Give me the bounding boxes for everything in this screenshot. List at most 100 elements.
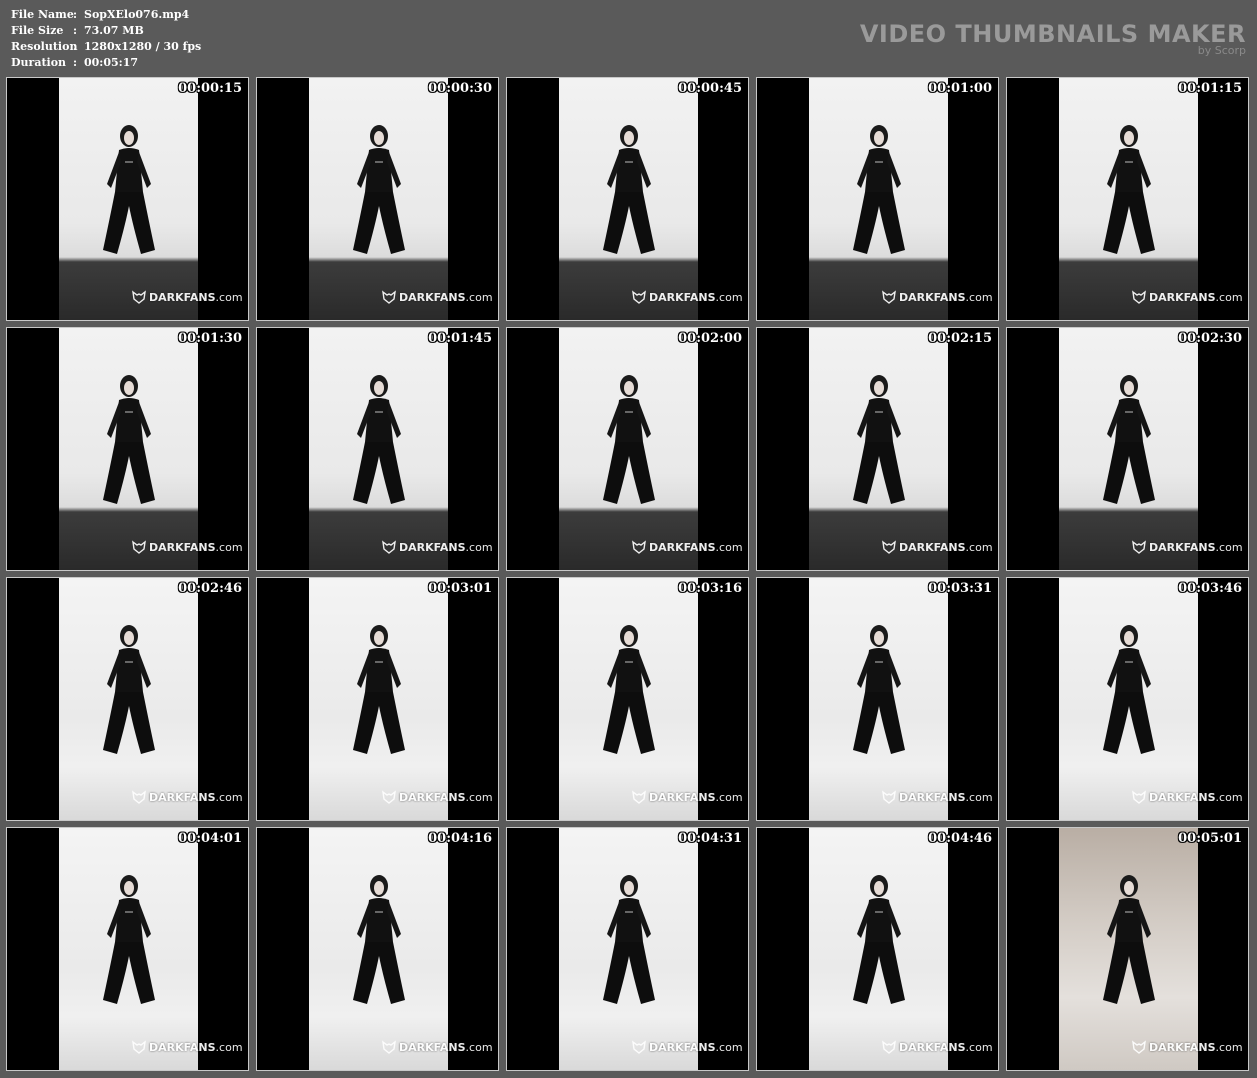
watermark-suffix: .com [715, 540, 743, 554]
duration-label: Duration [11, 56, 67, 69]
video-thumbnail[interactable]: 00:00:30 DARKFANS .com [256, 77, 499, 321]
thumbnail-timestamp: 00:01:30 [178, 331, 242, 346]
mask-logo-icon [382, 290, 396, 304]
frame-subject [1099, 872, 1159, 1022]
video-thumbnail[interactable]: 00:03:31 DARKFANS .com [756, 577, 999, 821]
video-frame [1059, 578, 1198, 820]
watermark: DARKFANS .com [1132, 290, 1243, 304]
file-name-row: File Name : SopXElo076.mp4 [11, 7, 201, 23]
watermark-brand: DARKFANS [649, 790, 716, 804]
thumbnail-timestamp: 00:00:30 [428, 81, 492, 96]
watermark-brand: DARKFANS [149, 790, 216, 804]
watermark-suffix: .com [465, 290, 493, 304]
watermark-suffix: .com [1215, 1040, 1243, 1054]
watermark-brand: DARKFANS [1149, 790, 1216, 804]
resolution-label: Resolution [11, 40, 78, 53]
video-frame [809, 578, 948, 820]
frame-subject [349, 372, 409, 522]
video-thumbnail[interactable]: 00:01:30 DARKFANS .com [6, 327, 249, 571]
thumbnail-timestamp: 00:02:00 [678, 331, 742, 346]
video-thumbnail[interactable]: 00:04:01 DARKFANS .com [6, 827, 249, 1071]
frame-subject [349, 872, 409, 1022]
watermark-suffix: .com [215, 290, 243, 304]
mask-logo-icon [132, 1040, 146, 1054]
mask-logo-icon [132, 790, 146, 804]
video-thumbnail[interactable]: 00:03:16 DARKFANS .com [506, 577, 749, 821]
mask-logo-icon [1132, 290, 1146, 304]
watermark: DARKFANS .com [382, 790, 493, 804]
watermark: DARKFANS .com [382, 540, 493, 554]
watermark-suffix: .com [715, 1040, 743, 1054]
watermark-brand: DARKFANS [899, 290, 966, 304]
frame-subject [599, 372, 659, 522]
video-thumbnail[interactable]: 00:05:01 DARKFANS .com [1006, 827, 1249, 1071]
frame-subject [1099, 622, 1159, 772]
watermark-suffix: .com [965, 290, 993, 304]
video-thumbnail[interactable]: 00:03:01 DARKFANS .com [256, 577, 499, 821]
video-thumbnail[interactable]: 00:04:16 DARKFANS .com [256, 827, 499, 1071]
video-thumbnail[interactable]: 00:01:00 DARKFANS .com [756, 77, 999, 321]
duration-value: 00:05:17 [84, 56, 139, 69]
thumbnail-timestamp: 00:00:45 [678, 81, 742, 96]
watermark-brand: DARKFANS [899, 790, 966, 804]
separator: : [73, 40, 78, 53]
watermark-suffix: .com [965, 1040, 993, 1054]
mask-logo-icon [382, 1040, 396, 1054]
mask-logo-icon [882, 540, 896, 554]
video-frame [559, 578, 698, 820]
mask-logo-icon [632, 790, 646, 804]
watermark: DARKFANS .com [1132, 1040, 1243, 1054]
frame-subject [849, 122, 909, 272]
file-size-value: 73.07 MB [84, 24, 144, 37]
mask-logo-icon [882, 790, 896, 804]
mask-logo-icon [132, 290, 146, 304]
watermark-suffix: .com [715, 290, 743, 304]
video-frame [59, 328, 198, 570]
thumbnail-timestamp: 00:05:01 [1178, 831, 1242, 846]
video-frame [1059, 828, 1198, 1070]
mask-logo-icon [632, 290, 646, 304]
watermark: DARKFANS .com [132, 790, 243, 804]
watermark-brand: DARKFANS [149, 1040, 216, 1054]
video-thumbnail[interactable]: 00:03:46 DARKFANS .com [1006, 577, 1249, 821]
watermark-suffix: .com [965, 790, 993, 804]
mask-logo-icon [882, 1040, 896, 1054]
thumbnail-timestamp: 00:01:15 [1178, 81, 1242, 96]
file-name-value: SopXElo076.mp4 [84, 8, 190, 21]
video-thumbnail[interactable]: 00:01:15 DARKFANS .com [1006, 77, 1249, 321]
frame-subject [99, 872, 159, 1022]
thumbnail-timestamp: 00:02:15 [928, 331, 992, 346]
resolution-value: 1280x1280 / 30 fps [84, 40, 202, 53]
watermark: DARKFANS .com [632, 1040, 743, 1054]
video-frame [1059, 328, 1198, 570]
video-thumbnail[interactable]: 00:02:46 DARKFANS .com [6, 577, 249, 821]
brand: VIDEO THUMBNAILS MAKER by Scorp [860, 20, 1246, 57]
mask-logo-icon [1132, 540, 1146, 554]
video-thumbnail[interactable]: 00:04:46 DARKFANS .com [756, 827, 999, 1071]
video-thumbnail[interactable]: 00:02:15 DARKFANS .com [756, 327, 999, 571]
video-thumbnail[interactable]: 00:02:00 DARKFANS .com [506, 327, 749, 571]
video-thumbnail[interactable]: 00:04:31 DARKFANS .com [506, 827, 749, 1071]
thumbnail-timestamp: 00:01:00 [928, 81, 992, 96]
frame-subject [99, 622, 159, 772]
watermark-brand: DARKFANS [649, 540, 716, 554]
video-frame [809, 78, 948, 320]
video-frame [559, 78, 698, 320]
video-thumbnail[interactable]: 00:02:30 DARKFANS .com [1006, 327, 1249, 571]
video-frame [559, 828, 698, 1070]
duration-row: Duration : 00:05:17 [11, 55, 201, 71]
watermark-suffix: .com [465, 1040, 493, 1054]
watermark-suffix: .com [465, 790, 493, 804]
mask-logo-icon [1132, 790, 1146, 804]
mask-logo-icon [632, 540, 646, 554]
frame-subject [599, 872, 659, 1022]
watermark: DARKFANS .com [632, 290, 743, 304]
watermark-brand: DARKFANS [649, 290, 716, 304]
watermark-brand: DARKFANS [149, 290, 216, 304]
video-thumbnail[interactable]: 00:00:45 DARKFANS .com [506, 77, 749, 321]
watermark-brand: DARKFANS [399, 540, 466, 554]
frame-subject [349, 122, 409, 272]
frame-subject [1099, 122, 1159, 272]
video-thumbnail[interactable]: 00:01:45 DARKFANS .com [256, 327, 499, 571]
video-thumbnail[interactable]: 00:00:15 DARKFANS .com [6, 77, 249, 321]
